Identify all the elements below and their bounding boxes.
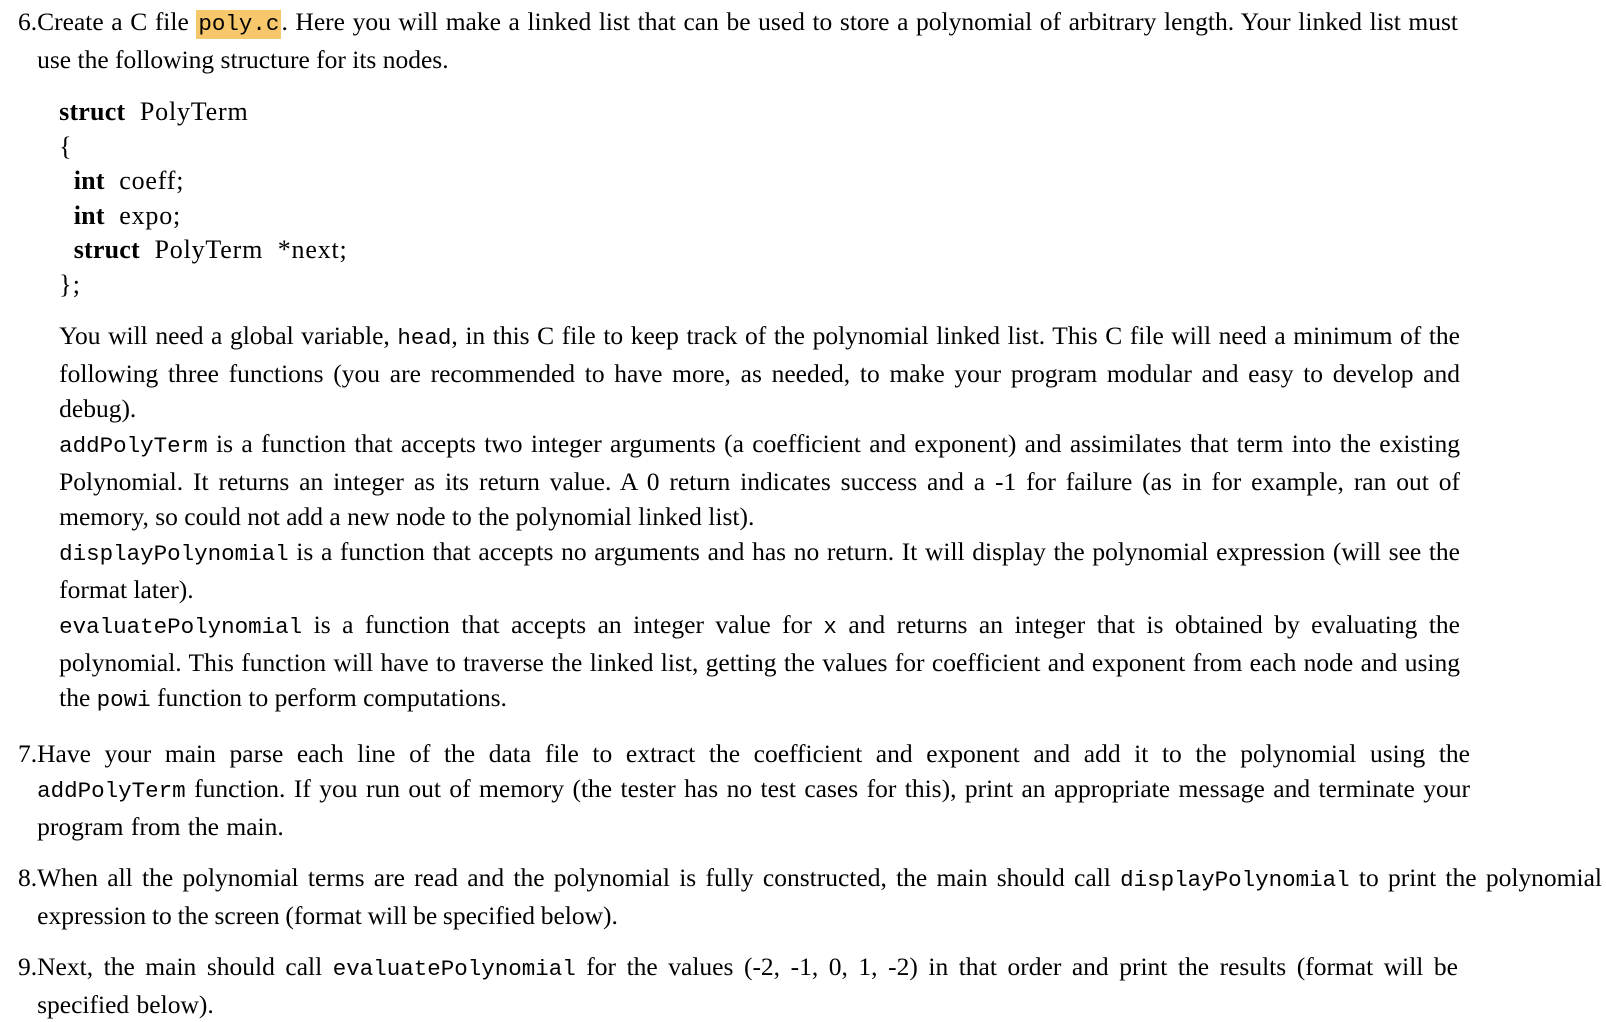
evaluatepolynomial-function-code: evaluatePolynomial [59, 614, 303, 640]
item-6-intro-text-part1: Create a C file [37, 7, 197, 36]
semicolon-coeff: ; [176, 166, 185, 195]
evaluatepolynomial-description-part1: is a function that accepts an integer va… [302, 610, 824, 639]
listing-line-int-coeff: int coeff; [59, 164, 1606, 199]
list-item-6-number: 6. [18, 7, 38, 36]
pointer-next: *next [277, 235, 340, 264]
item-6-intro-paragraph: Create a C file poly.c. Here you will ma… [37, 4, 1458, 77]
item-8-paragraph: When all the polynomial terms are read a… [37, 860, 1602, 933]
item-9-paragraph: Next, the main should call evaluatePolyn… [37, 949, 1458, 1022]
keyword-struct-next: struct [73, 235, 140, 264]
semicolon-next: ; [339, 235, 348, 264]
list-item-7-body: Have your main parse each line of the da… [37, 736, 1606, 844]
list-item-7: 7. Have your main parse each line of the… [0, 736, 1606, 844]
head-variable-code: head [397, 325, 452, 351]
head-paragraph-part1: You will need a global variable, [59, 321, 398, 350]
item-7-addpolyterm-code: addPolyTerm [37, 778, 186, 804]
item-6-addpolyterm-paragraph: addPolyTerm is a function that accepts t… [59, 426, 1460, 534]
list-item-9-body: Next, the main should call evaluatePolyn… [37, 949, 1606, 1022]
document-page: 6. Create a C file poly.c. Here you will… [0, 0, 1606, 1019]
identifier-expo: expo [119, 200, 174, 230]
listing-line-open-brace: { [59, 131, 73, 161]
evaluatepolynomial-description-part3: function to perform computations. [150, 683, 507, 712]
item-9-text-part1: Next, the main should call [37, 952, 333, 981]
list-item-8-number: 8. [18, 863, 38, 892]
item-9-evaluatepolynomial-code: evaluatePolynomial [332, 956, 576, 982]
item-8-displaypolynomial-code: displayPolynomial [1120, 867, 1350, 893]
addpolyterm-description: is a function that accepts two integer a… [59, 429, 1460, 531]
identifier-polyterm: PolyTerm [139, 97, 249, 126]
list-item-6-body: Create a C file poly.c. Here you will ma… [37, 4, 1606, 718]
powi-function-code: powi [96, 687, 151, 713]
item-7-text-part2: function. If you run out of memory (the … [37, 774, 1470, 841]
item-7-paragraph: Have your main parse each line of the da… [37, 736, 1470, 844]
identifier-coeff: coeff [119, 166, 177, 195]
polyterm-struct-listing: struct PolyTerm { int coeff; int expo; s… [37, 95, 1606, 302]
listing-line-struct-polyterm: struct PolyTerm [59, 95, 1606, 130]
item-6-head-variable-paragraph: You will need a global variable, head, i… [59, 318, 1460, 426]
identifier-polyterm-next: PolyTerm [154, 235, 264, 264]
semicolon-expo: ; [173, 200, 182, 230]
poly-c-filename-code: poly.c [196, 10, 282, 39]
addpolyterm-function-code: addPolyTerm [59, 433, 208, 459]
list-item-8: 8. When all the polynomial terms are rea… [0, 860, 1606, 933]
listing-line-int-expo: int expo; [59, 199, 1606, 234]
item-8-text-part1: When all the polynomial terms are read a… [37, 863, 1121, 892]
list-item-9: 9. Next, the main should call evaluatePo… [0, 949, 1606, 1022]
spacer-item6-item7 [0, 718, 1606, 736]
x-variable-code: x [823, 614, 837, 640]
keyword-struct: struct [59, 97, 126, 126]
list-item-6: 6. Create a C file poly.c. Here you will… [0, 4, 1606, 718]
listing-line-close-brace: }; [59, 269, 82, 299]
list-item-8-body: When all the polynomial terms are read a… [37, 860, 1606, 933]
spacer-item7-item8 [0, 844, 1606, 860]
displaypolynomial-function-code: displayPolynomial [59, 541, 289, 567]
item-6-displaypolynomial-paragraph: displayPolynomial is a function that acc… [59, 534, 1460, 607]
item-7-text-part1: Have your main parse each line of the da… [37, 739, 1470, 768]
spacer-item8-item9 [0, 933, 1606, 949]
list-item-9-number: 9. [18, 952, 38, 981]
listing-line-struct-next-pointer: struct PolyTerm *next; [59, 233, 1606, 268]
list-item-7-number: 7. [18, 739, 38, 768]
keyword-int-expo: int [73, 200, 105, 230]
item-6-evaluatepolynomial-paragraph: evaluatePolynomial is a function that ac… [59, 607, 1460, 718]
keyword-int-coeff: int [73, 166, 105, 195]
